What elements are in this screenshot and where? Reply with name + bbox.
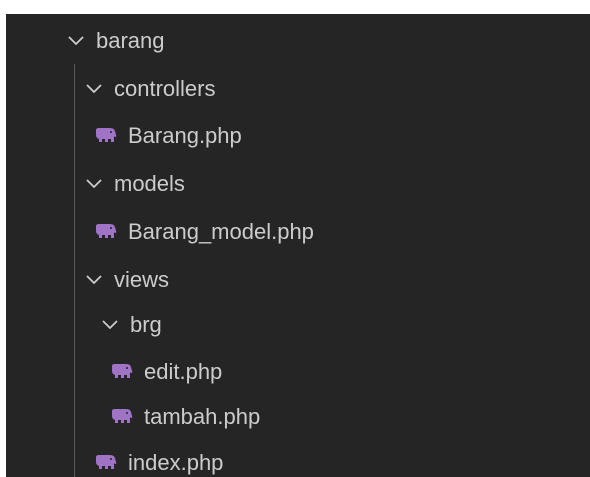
file-label: index.php xyxy=(128,450,224,475)
file-barang-model-php[interactable]: Barang_model.php xyxy=(6,211,590,253)
folder-label: controllers xyxy=(114,76,216,101)
chevron-down-icon[interactable] xyxy=(66,31,86,51)
chevron-down-icon[interactable] xyxy=(100,315,120,335)
folder-models[interactable]: models xyxy=(6,163,590,205)
php-elephant-icon xyxy=(110,407,134,427)
file-label: tambah.php xyxy=(144,404,261,429)
file-tambah-php[interactable]: tambah.php xyxy=(6,396,590,438)
folder-label: views xyxy=(114,267,170,292)
folder-brg[interactable]: brg xyxy=(6,304,590,346)
folder-label: models xyxy=(114,171,185,196)
file-index-php[interactable]: index.php xyxy=(6,442,590,477)
php-elephant-icon xyxy=(94,453,118,473)
chevron-down-icon[interactable] xyxy=(84,79,104,99)
file-explorer: barang controllers Barang.php models Bar… xyxy=(6,14,590,477)
chevron-down-icon[interactable] xyxy=(84,270,104,290)
file-label: edit.php xyxy=(144,359,223,384)
file-edit-php[interactable]: edit.php xyxy=(6,351,590,393)
php-elephant-icon xyxy=(110,362,134,382)
folder-barang[interactable]: barang xyxy=(6,20,590,62)
file-barang-php[interactable]: Barang.php xyxy=(6,115,590,157)
folder-label: barang xyxy=(96,28,165,53)
php-elephant-icon xyxy=(94,126,118,146)
file-label: Barang_model.php xyxy=(128,219,314,244)
php-elephant-icon xyxy=(94,222,118,242)
folder-label: brg xyxy=(130,312,162,337)
folder-views[interactable]: views xyxy=(6,259,590,301)
chevron-down-icon[interactable] xyxy=(84,174,104,194)
file-label: Barang.php xyxy=(128,123,242,148)
folder-controllers[interactable]: controllers xyxy=(6,68,590,110)
